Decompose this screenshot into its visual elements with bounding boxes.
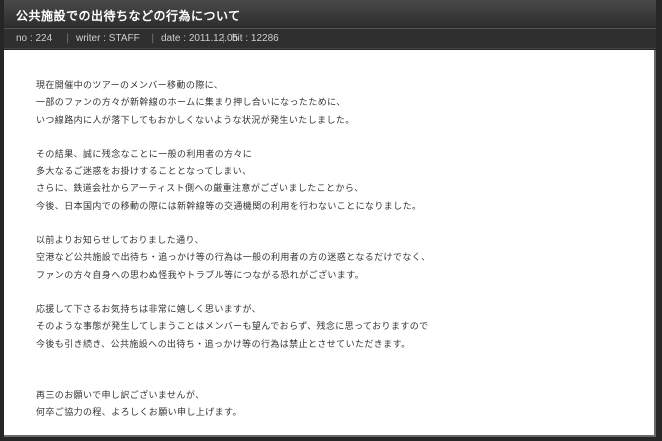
paragraph-line: 何卒ご協力の程、よろしくお願い申し上げます。: [36, 408, 242, 419]
post-hits: hit : 12286: [232, 33, 279, 44]
post-number: no : 224: [16, 33, 53, 44]
paragraph: その結果、誠に残念なことに一般の利用者の方々に 多大なるご迷惑をお掛けすることと…: [36, 147, 636, 216]
meta-divider: |: [151, 33, 155, 44]
post-number-label: no: [16, 33, 28, 44]
paragraph-line: さらに、鉄道会社からアーティスト側への厳重注意がございましたことから、: [36, 184, 364, 195]
meta-divider: |: [66, 33, 70, 44]
post-title: 公共施設での出待ちなどの行為について: [16, 9, 241, 23]
meta-divider: |: [222, 33, 226, 44]
post-writer-label: writer: [76, 33, 101, 44]
post-frame: 公共施設での出待ちなどの行為について no : 224 | writer : S…: [0, 0, 662, 441]
paragraph-line: 多大なるご迷惑をお掛けすることとなってしまい、: [36, 167, 252, 178]
paragraph-line: 一部のファンの方々が新幹線のホームに集まり押し合いになったために、: [36, 98, 346, 109]
paragraph: 以前よりお知らせしておりました通り、 空港など公共施設で出待ち・追っかけ等の行為…: [36, 233, 636, 285]
paragraph-line: 今後も引き続き、公共施設への出待ち・追っかけ等の行為は禁止とさせていただきます。: [36, 339, 411, 350]
paragraph: 現在開催中のツアーのメンバー移動の際に、 一部のファンの方々が新幹線のホームに集…: [36, 78, 636, 130]
post-writer: writer : STAFF: [76, 33, 140, 44]
paragraph-line: その結果、誠に残念なことに一般の利用者の方々に: [36, 149, 253, 160]
post-number-value: 224: [35, 33, 53, 44]
post-hits-value: 12286: [250, 33, 279, 44]
post-title-bar: 公共施設での出待ちなどの行為について: [4, 0, 656, 29]
paragraph: 再三のお願いで申し訳ございませんが、 何卒ご協力の程、よろしくお願い申し上げます…: [36, 388, 636, 423]
paragraph-line: そのような事態が発生してしまうことはメンバーも望んでおらず、残念に思っております…: [36, 322, 429, 333]
paragraph-line: 空港など公共施設で出待ち・追っかけ等の行為は一般の利用者の方の迷惑となるだけでな…: [36, 253, 431, 264]
post-hits-label: hit: [232, 33, 243, 44]
post-body: 現在開催中のツアーのメンバー移動の際に、 一部のファンの方々が新幹線のホームに集…: [36, 78, 636, 439]
post-writer-value: STAFF: [108, 33, 140, 44]
paragraph-line: 現在開催中のツアーのメンバー移動の際に、: [36, 81, 224, 91]
post-date-value: 2011.12.05: [188, 33, 239, 44]
paragraph-line: 再三のお願いで申し訳ございませんが、: [36, 390, 205, 401]
paragraph: 応援して下さるお気持ちは非常に嬉しく思いますが、 そのような事態が発生してしまう…: [36, 302, 636, 354]
post-date: date : 2011.12.05: [161, 33, 239, 44]
paragraph-line: 応援して下さるお気持ちは非常に嬉しく思いますが、: [36, 304, 262, 315]
post-date-label: date: [161, 33, 181, 44]
paragraph-line: 以前よりお知らせしておりました通り、: [36, 236, 204, 247]
paragraph-line: ファンの方々自身への思わぬ怪我やトラブル等につながる恐れがございます。: [36, 270, 365, 281]
paragraph-line: 今後、日本国内での移動の際には新幹線等の交通機関の利用を行わないことになりました…: [36, 201, 422, 212]
post-meta-bar: no : 224 | writer : STAFF | date : 2011.…: [4, 29, 656, 49]
paragraph-line: いつ線路内に人が落下してもおかしくないような状況が発生いたしました。: [36, 115, 355, 126]
post-content: 現在開催中のツアーのメンバー移動の際に、 一部のファンの方々が新幹線のホームに集…: [4, 50, 656, 437]
